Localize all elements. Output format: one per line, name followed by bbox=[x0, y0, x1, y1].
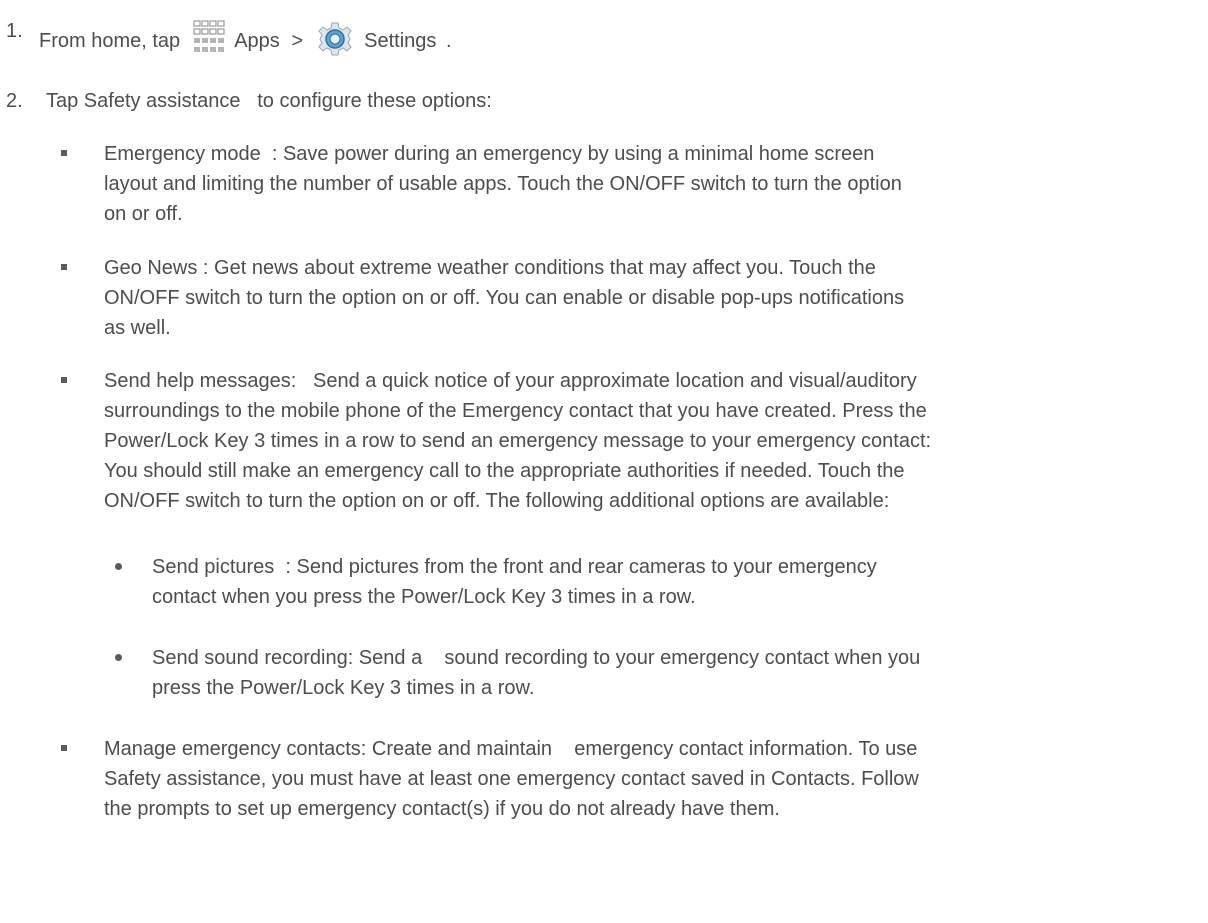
step-1-prefix: From home, tap bbox=[39, 30, 181, 52]
bullet-send-sound-recording bbox=[115, 654, 122, 661]
bullet-geo-news bbox=[61, 264, 67, 270]
send-pictures-line-2: contact when you press the Power/Lock Ke… bbox=[152, 586, 696, 608]
apps-label: Apps bbox=[234, 30, 280, 52]
send-help-line-3: Power/Lock Key 3 times in a row to send … bbox=[104, 430, 932, 452]
bullet-send-pictures bbox=[115, 563, 122, 570]
send-help-line-2: surroundings to the mobile phone of the … bbox=[104, 400, 927, 422]
emergency-mode-line-2: layout and limiting the number of usable… bbox=[104, 173, 902, 195]
settings-label: Settings bbox=[364, 30, 437, 52]
emergency-mode-line-1: Emergency mode : Save power during an em… bbox=[104, 143, 875, 165]
step-1-separator: > bbox=[291, 30, 304, 52]
bullet-manage-emergency-contacts bbox=[61, 745, 67, 751]
send-help-line-4: You should still make an emergency call … bbox=[104, 460, 905, 482]
bullet-send-help-messages bbox=[61, 377, 67, 383]
send-sound-line-2: press the Power/Lock Key 3 times in a ro… bbox=[152, 677, 535, 699]
geo-news-line-1: Geo News : Get news about extreme weathe… bbox=[104, 257, 876, 279]
geo-news-line-2: ON/OFF switch to turn the option on or o… bbox=[104, 287, 905, 309]
bullet-emergency-mode bbox=[61, 150, 67, 156]
step-1-number: 1. bbox=[6, 20, 23, 42]
step-1-instruction: From home, tap Apps > Settings . bbox=[39, 19, 452, 57]
manage-contacts-line-1: Manage emergency contacts: Create and ma… bbox=[104, 738, 918, 760]
send-pictures-line-1: Send pictures : Send pictures from the f… bbox=[152, 556, 877, 578]
apps-grid-icon bbox=[192, 19, 226, 55]
send-sound-line-1: Send sound recording: Send a sound recor… bbox=[152, 647, 921, 669]
send-help-line-5: ON/OFF switch to turn the option on or o… bbox=[104, 490, 890, 512]
step-2-number: 2. bbox=[6, 90, 23, 112]
manage-contacts-line-3: the prompts to set up emergency contact(… bbox=[104, 798, 780, 820]
geo-news-line-3: as well. bbox=[104, 317, 171, 339]
manage-contacts-line-2: Safety assistance, you must have at leas… bbox=[104, 768, 919, 790]
emergency-mode-line-3: on or off. bbox=[104, 203, 183, 225]
step-2-instruction: Tap Safety assistance to configure these… bbox=[46, 90, 492, 112]
send-help-line-1: Send help messages: Send a quick notice … bbox=[104, 370, 917, 392]
step-1-suffix: . bbox=[445, 30, 452, 52]
settings-gear-icon bbox=[317, 21, 353, 57]
